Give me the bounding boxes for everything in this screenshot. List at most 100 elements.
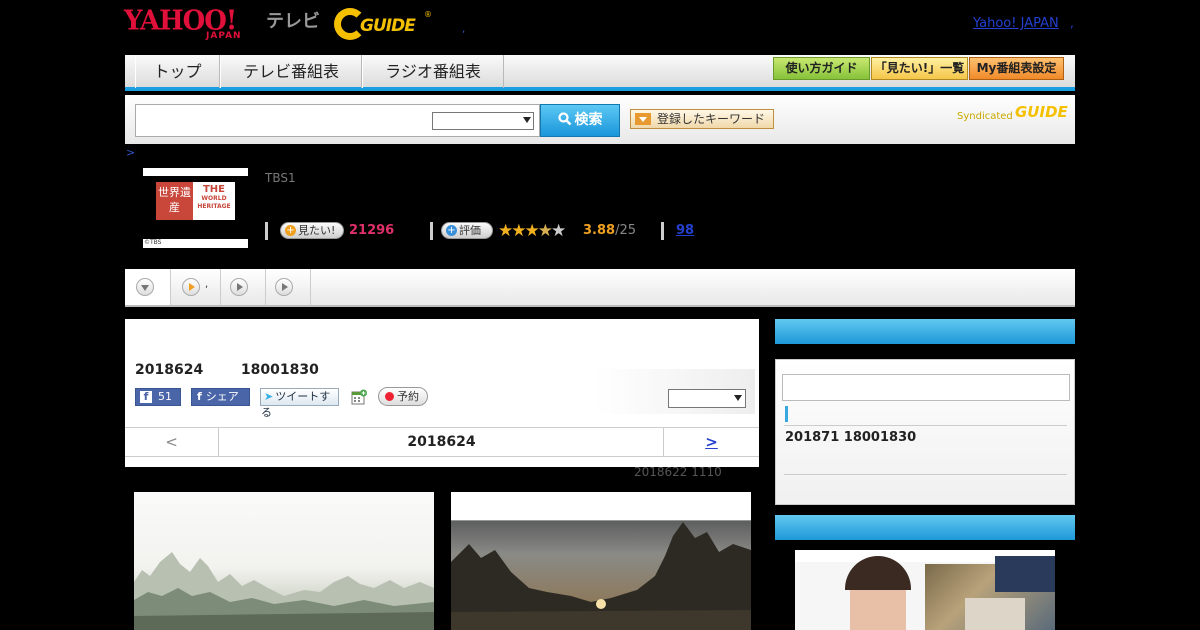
tv-label: テレビ [266, 11, 320, 32]
registered-mark: ® [424, 10, 432, 19]
breadcrumb[interactable]: > [126, 146, 135, 159]
header-separator-2: , [1070, 16, 1074, 30]
tab-episodes[interactable]: , [171, 269, 221, 305]
chevron-down-icon [734, 395, 742, 401]
divider [265, 222, 268, 240]
record-icon [385, 392, 394, 401]
main-nav: トップ テレビ番組表 ラジオ番組表 使い方ガイド 「見たい!」一覧 My番組表設… [125, 55, 1075, 91]
registered-keywords-label: 登録したキーワード [657, 112, 766, 126]
tab-episodes-label: , [205, 279, 209, 290]
usage-guide-button[interactable]: 使い方ガイド [773, 57, 870, 80]
plus-icon: + [446, 225, 457, 236]
thumbnail-jp-title: 世界遺産 [156, 182, 193, 220]
divider [784, 474, 1067, 475]
tab-radio-schedule[interactable]: ラジオ番組表 [362, 55, 504, 88]
gguide-logo[interactable]: GUIDE ® [334, 6, 434, 42]
reserve-button[interactable]: 予約 [378, 387, 428, 406]
syndicated-gguide-logo: GUIDE [1015, 103, 1068, 121]
next-broadcast-datetime: 201871 18001830 [785, 430, 917, 445]
episode-panel: 2018624 18001830 f 51 f シェア ➤ ツイートする 予約 < 2… [125, 319, 759, 467]
mitai-button-label: 見たい! [298, 224, 336, 237]
search-button[interactable]: 検索 [540, 104, 620, 137]
date-navigation: < 2018624 > [125, 427, 759, 457]
tab-overview[interactable] [125, 269, 171, 305]
facebook-icon: f [197, 390, 202, 403]
mitai-list-button[interactable]: 「見たい!」一覧 [871, 57, 968, 80]
header-separator: , [462, 24, 466, 35]
facebook-like-button[interactable]: f 51 [135, 388, 181, 406]
sidebar-header-2 [775, 515, 1075, 540]
episode-select[interactable] [668, 389, 746, 408]
star-icon-empty: ★ [550, 221, 566, 241]
add-to-calendar-icon[interactable] [351, 389, 367, 405]
rating-value: 3.88/25 [583, 223, 636, 238]
prev-date-button[interactable]: < [125, 428, 219, 456]
registered-keywords-button[interactable]: 登録したキーワード [630, 109, 774, 129]
yahoo-logo-sub: JAPAN [206, 31, 242, 41]
star-icon-half: ★ [537, 221, 553, 241]
program-thumbnail: 世界遺産 THE WORLD HERITAGE ©TBS [143, 168, 248, 248]
star-icon-filled: ★★★ [498, 221, 540, 241]
rating-stars: ★★★★★ [498, 221, 566, 241]
tweet-button[interactable]: ➤ ツイートする [260, 388, 339, 419]
play-icon [230, 278, 248, 296]
section-marker [785, 406, 788, 422]
facebook-icon: f [140, 391, 152, 403]
facebook-share-label: シェア [205, 390, 239, 403]
tab-tv-schedule[interactable]: テレビ番組表 [220, 55, 362, 88]
yahoo-japan-link[interactable]: Yahoo! JAPAN [973, 16, 1059, 31]
yahoo-japan-logo[interactable]: YAHOO! JAPAN [124, 5, 264, 42]
updated-timestamp: 2018622 1110 [634, 465, 722, 479]
reserve-label: 予約 [397, 390, 419, 403]
program-photo-1[interactable] [134, 492, 434, 630]
sidebar-header-1 [775, 319, 1075, 344]
rate-button-label: 評価 [459, 224, 481, 237]
station-name: TBS1 [265, 171, 296, 185]
rating-suffix: /25 [615, 223, 636, 238]
divider [430, 222, 433, 240]
thumbnail-en-line1: THE [202, 184, 226, 195]
gguide-logo-text: GUIDE [360, 16, 416, 36]
my-schedule-settings-button[interactable]: My番組表設定 [969, 57, 1064, 80]
plus-icon: + [285, 225, 296, 236]
page: YAHOO! JAPAN テレビ GUIDE ® , Yahoo! JAPAN … [0, 0, 1200, 630]
program-photo-2[interactable] [451, 492, 751, 630]
sidebar-next-broadcast: 201871 18001830 [775, 359, 1075, 505]
sidebar-promo-image[interactable] [795, 550, 1055, 630]
tab-item-3[interactable] [221, 269, 266, 305]
thumbnail-en-line2: WORLD [201, 195, 227, 202]
divider [661, 222, 664, 240]
dropdown-arrow-icon [635, 113, 651, 125]
divider [784, 425, 1067, 426]
mitai-count: 21296 [349, 223, 395, 238]
karst-landscape-image [134, 552, 434, 630]
tab-top[interactable]: トップ [135, 55, 220, 88]
rate-button[interactable]: + 評価 [441, 222, 493, 239]
sidebar-input[interactable] [782, 374, 1070, 401]
chevron-down-icon [136, 278, 154, 296]
sunset-karst-image [451, 492, 751, 630]
thumbnail-en-line3: HERITAGE [197, 203, 231, 210]
chevron-down-icon [523, 117, 531, 123]
thumbnail-en-title: THE WORLD HERITAGE [193, 182, 235, 220]
program-tabs: , [125, 269, 1075, 307]
promo-tile [995, 556, 1055, 592]
episode-title: 2018624 18001830 [135, 362, 319, 378]
search-icon [557, 112, 571, 126]
tab-item-4[interactable] [266, 269, 311, 305]
search-bar: 検索 登録したキーワード Syndicated GUIDE [125, 95, 1075, 144]
rating-score: 3.88 [583, 223, 616, 238]
search-button-label: 検索 [574, 112, 603, 128]
play-icon [275, 278, 293, 296]
facebook-like-count: 51 [158, 390, 172, 403]
facebook-share-button[interactable]: f シェア [191, 388, 250, 406]
mitai-button[interactable]: + 見たい! [280, 222, 344, 239]
search-category-select[interactable] [432, 112, 534, 130]
promo-tile [965, 598, 1025, 630]
play-icon [182, 278, 200, 296]
thumbnail-credit: ©TBS [144, 239, 162, 246]
review-count-link[interactable]: 98 [676, 223, 694, 238]
next-date-link[interactable]: > [663, 428, 759, 456]
syndicated-label: Syndicated [957, 111, 1013, 122]
current-date: 2018624 [407, 434, 476, 450]
